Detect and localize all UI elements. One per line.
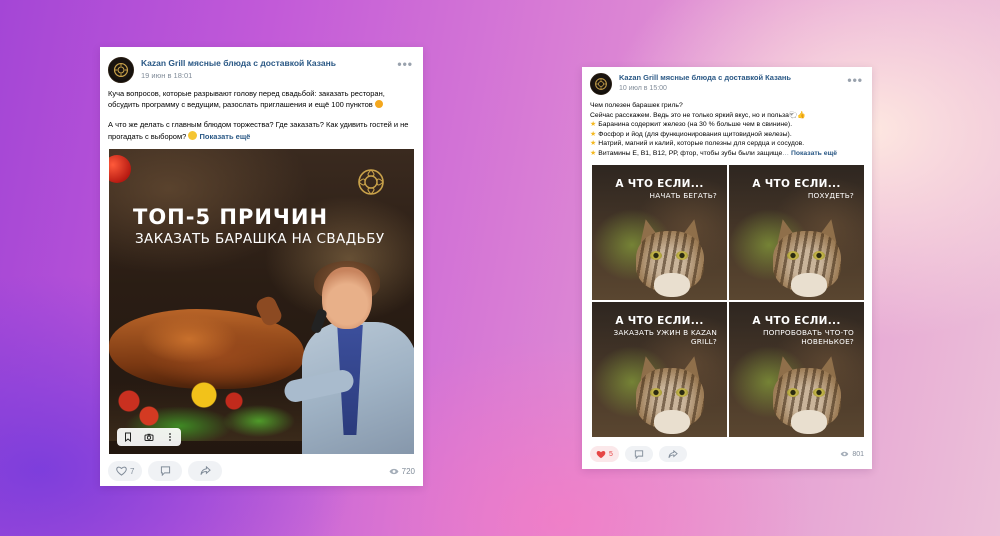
post-footer: 7 720 [100,461,423,481]
camera-icon[interactable] [141,429,157,445]
post-text: Куча вопросов, которые разрывают голову … [100,89,423,142]
thumbs-up-emoji-icon: 👍 [797,111,806,119]
photo-subheadline: ЗАКАЗАТЬ БАРАШКА НА СВАДЬБУ [135,231,385,247]
post-line: Витамины Е, В1, В12, РР, фтор, чтобы зуб… [598,149,783,157]
eye-icon [389,468,399,474]
like-count: 7 [130,466,135,476]
post-line: Фосфор и йод (для функционирования щитов… [598,130,792,138]
tile-subtitle: ПОПРОБОВАТЬ ЧТО-ТО НОВЕНЬКОЕ? [762,328,854,346]
cat-image [767,213,847,298]
post-paragraph: Куча вопросов, которые разрывают голову … [108,89,385,109]
comment-icon [160,466,171,476]
more-vertical-icon[interactable] [162,429,178,445]
star-emoji-icon: ★ [590,149,597,157]
tired-face-emoji-icon [374,99,383,108]
photo-actions-bar [117,428,181,446]
post-card-lamb-benefits: Kazan Grill мясные блюда с доставкой Каз… [582,67,872,469]
comment-icon [634,449,644,459]
post-line: Баранина содержит железо (на 30 % больше… [598,121,793,129]
views-counter: 801 [840,451,864,458]
share-icon [200,466,211,475]
photo-tile[interactable]: А ЧТО ЕСЛИ... НАЧАТЬ БЕГАТЬ? [592,165,727,300]
show-more-link[interactable]: Показать ещё [200,132,251,141]
photo-grid: А ЧТО ЕСЛИ... НАЧАТЬ БЕГАТЬ? А ЧТО ЕСЛИ.… [592,165,864,437]
cat-image [630,350,710,435]
heart-icon [116,466,127,476]
cat-image [630,213,710,298]
photo-headline: ТОП-5 ПРИЧИН [133,205,329,229]
show-more-link[interactable]: Показать ещё [791,150,837,157]
tile-title: А ЧТО ЕСЛИ... [752,178,841,190]
tomato [109,155,131,183]
kazan-grill-logo-icon [113,62,129,78]
share-icon [668,449,678,458]
heart-icon [596,450,606,458]
post-photo[interactable]: ТОП-5 ПРИЧИН ЗАКАЗАТЬ БАРАШКА НА СВАДЬБУ [109,149,414,454]
post-header: Kazan Grill мясные блюда с доставкой Каз… [582,67,872,101]
post-header: Kazan Grill мясные блюда с доставкой Каз… [100,47,423,89]
post-date[interactable]: 19 июн в 18:01 [141,71,336,80]
bookmark-icon[interactable] [120,429,136,445]
post-line: Сейчас расскажем. Ведь это не только ярк… [590,111,789,119]
tile-title: А ЧТО ЕСЛИ... [615,178,704,190]
photo-tile[interactable]: А ЧТО ЕСЛИ... ЗАКАЗАТЬ УЖИН В KAZAN GRIL… [592,302,727,437]
avatar[interactable] [590,73,612,95]
post-paragraph: А что же делать с главным блюдом торжест… [108,120,409,141]
kazan-grill-logo-icon [595,78,607,90]
views-counter: 720 [389,467,415,476]
views-count: 801 [852,450,864,458]
star-emoji-icon: ★ [590,130,597,138]
share-button[interactable] [188,461,223,481]
comment-button[interactable] [148,461,183,481]
singer-with-microphone [282,261,414,454]
tile-subtitle: ЗАКАЗАТЬ УЖИН В KAZAN GRILL? [613,328,717,346]
photo-tile[interactable]: А ЧТО ЕСЛИ... ПОПРОБОВАТЬ ЧТО-ТО НОВЕНЬК… [729,302,864,437]
more-options-icon[interactable]: ••• [397,57,413,71]
share-button[interactable] [658,446,687,462]
post-card-wedding: Kazan Grill мясные блюда с доставкой Каз… [100,47,423,486]
star-emoji-icon: ★ [590,140,597,148]
tile-subtitle: НАЧАТЬ БЕГАТЬ? [649,191,717,200]
like-button[interactable]: 7 [108,461,143,481]
star-emoji-icon: ★ [590,121,597,129]
comment-button[interactable] [624,446,653,462]
views-count: 720 [401,466,415,476]
post-text: Чем полезен барашек гриль? Сейчас расска… [582,101,872,159]
confused-face-emoji-icon [188,130,198,140]
post-footer: 5 801 [582,446,872,462]
post-date[interactable]: 10 июл в 15:00 [619,85,791,92]
cat-image [767,350,847,435]
like-count: 5 [609,450,613,458]
author-name[interactable]: Kazan Grill мясные блюда с доставкой Каз… [141,58,336,68]
like-button[interactable]: 5 [590,446,619,462]
tile-title: А ЧТО ЕСЛИ... [752,315,841,327]
tile-subtitle: ПОХУДЕТЬ? [807,191,854,200]
avatar[interactable] [108,57,134,83]
tile-title: А ЧТО ЕСЛИ... [615,315,704,327]
photo-tile[interactable]: А ЧТО ЕСЛИ... ПОХУДЕТЬ? [729,165,864,300]
post-line: Чем полезен барашек гриль? [590,102,683,109]
eye-icon [840,451,849,457]
post-line: Натрий, магний и калий, которые полезны … [598,140,805,148]
more-options-icon[interactable]: ••• [847,73,863,87]
kazan-grill-logo-icon [358,169,384,195]
author-name[interactable]: Kazan Grill мясные блюда с доставкой Каз… [619,73,791,82]
